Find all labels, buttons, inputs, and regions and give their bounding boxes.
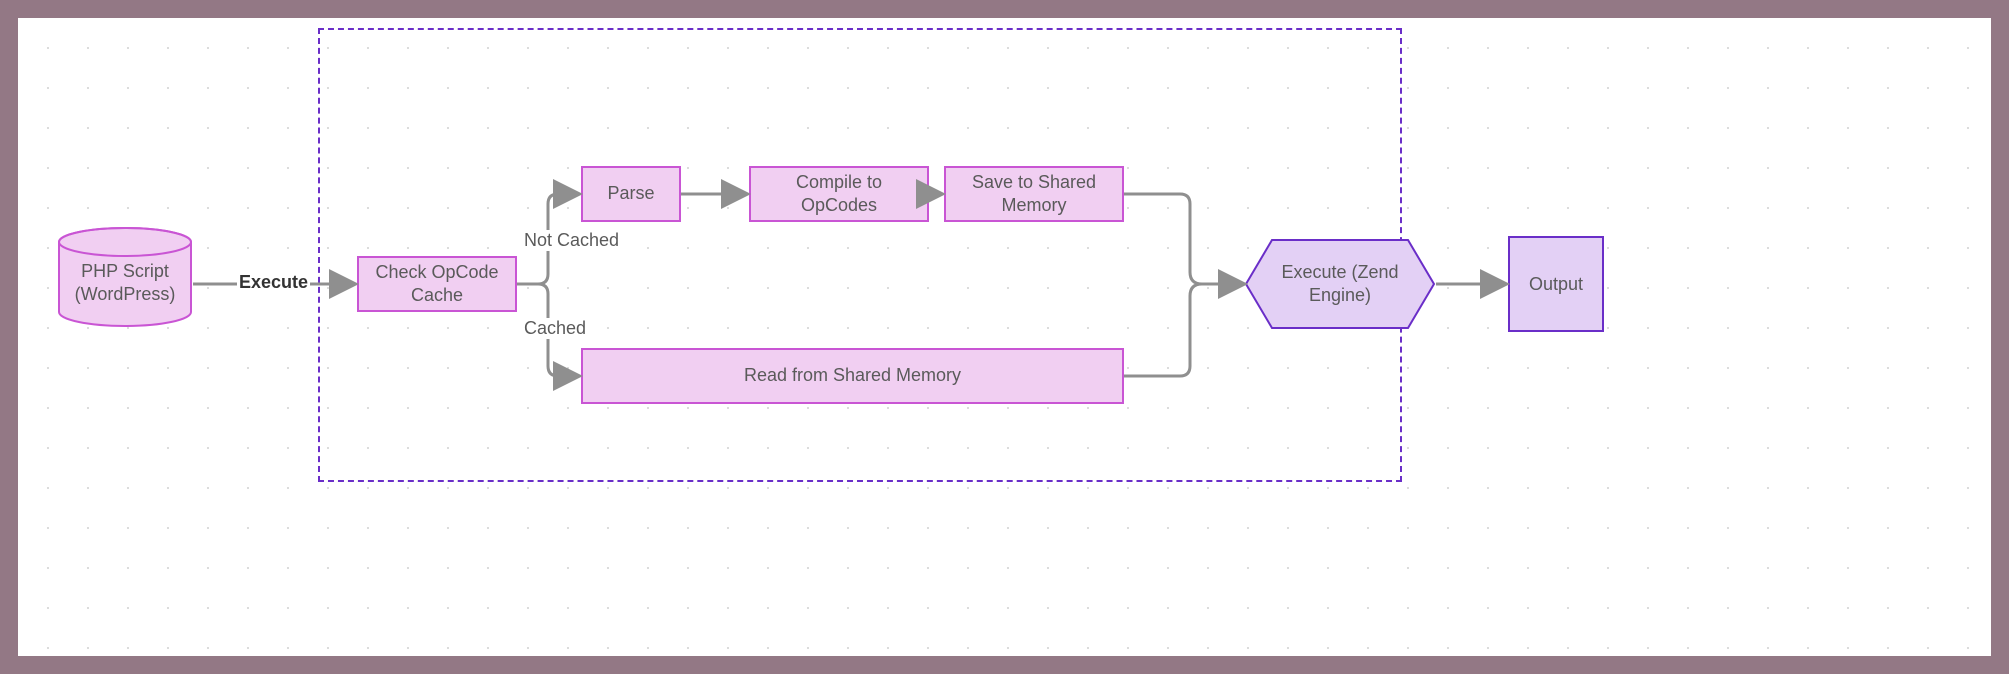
edge-label-not-cached: Not Cached [522, 230, 621, 251]
node-label: PHP Script (WordPress) [75, 248, 176, 307]
node-label: Execute (Zend Engine) [1255, 261, 1424, 308]
edge-read-to-execute [1124, 284, 1242, 376]
arrow-svg-layer [18, 18, 1991, 656]
diagram-canvas: PHP Script (WordPress) Check OpCode Cach… [18, 18, 1991, 656]
edge-label-cached: Cached [522, 318, 588, 339]
edge-label-execute: Execute [237, 272, 310, 293]
edge-save-to-execute [1124, 194, 1242, 284]
